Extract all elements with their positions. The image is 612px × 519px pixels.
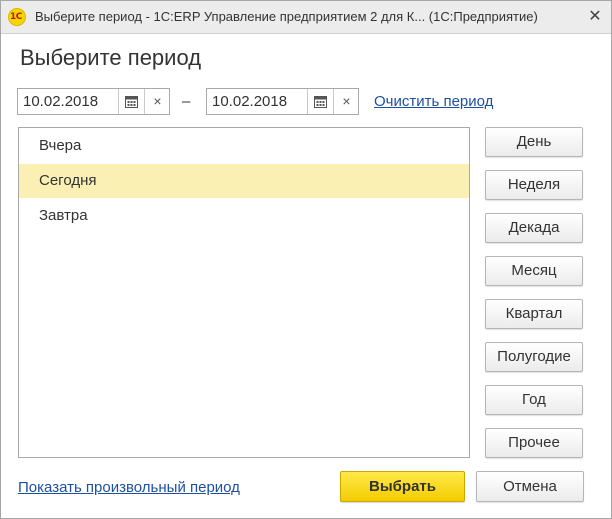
- close-icon[interactable]: ✕: [583, 5, 607, 29]
- other-button[interactable]: Прочее: [485, 428, 583, 458]
- end-date-clear-icon[interactable]: ×: [333, 89, 359, 114]
- list-item-today[interactable]: Сегодня: [19, 164, 469, 198]
- page-title: Выберите период: [20, 45, 202, 70]
- calendar-icon: [125, 96, 138, 108]
- app-logo-icon: 1С: [8, 8, 26, 26]
- end-date-calendar-button[interactable]: [307, 89, 334, 114]
- date-separator: –: [182, 93, 191, 110]
- title-bar[interactable]: 1С Выберите период - 1С:ERP Управление п…: [1, 1, 611, 34]
- period-list[interactable]: Вчера Сегодня Завтра: [18, 127, 470, 458]
- select-button[interactable]: Выбрать: [340, 471, 465, 502]
- cancel-button[interactable]: Отмена: [476, 471, 584, 502]
- start-date-calendar-button[interactable]: [118, 89, 145, 114]
- list-item-tomorrow[interactable]: Завтра: [19, 199, 469, 233]
- day-button[interactable]: День: [485, 127, 583, 157]
- calendar-icon: [314, 96, 327, 108]
- app-logo-text: 1С: [10, 12, 22, 22]
- clear-period-link[interactable]: Очистить период: [374, 93, 493, 110]
- end-date-input[interactable]: [207, 89, 307, 114]
- month-button[interactable]: Месяц: [485, 256, 583, 286]
- show-custom-period-link[interactable]: Показать произвольный период: [18, 479, 240, 496]
- year-button[interactable]: Год: [485, 385, 583, 415]
- week-button[interactable]: Неделя: [485, 170, 583, 200]
- start-date-input[interactable]: [18, 89, 118, 114]
- decade-button[interactable]: Декада: [485, 213, 583, 243]
- half-year-button[interactable]: Полугодие: [485, 342, 583, 372]
- quarter-button[interactable]: Квартал: [485, 299, 583, 329]
- start-date-clear-icon[interactable]: ×: [144, 89, 170, 114]
- dialog-window: 1С Выберите период - 1С:ERP Управление п…: [0, 0, 612, 519]
- start-date-field[interactable]: ×: [17, 88, 170, 115]
- end-date-field[interactable]: ×: [206, 88, 359, 115]
- window-title: Выберите период - 1С:ERP Управление пред…: [35, 9, 538, 24]
- list-item-yesterday[interactable]: Вчера: [19, 129, 469, 163]
